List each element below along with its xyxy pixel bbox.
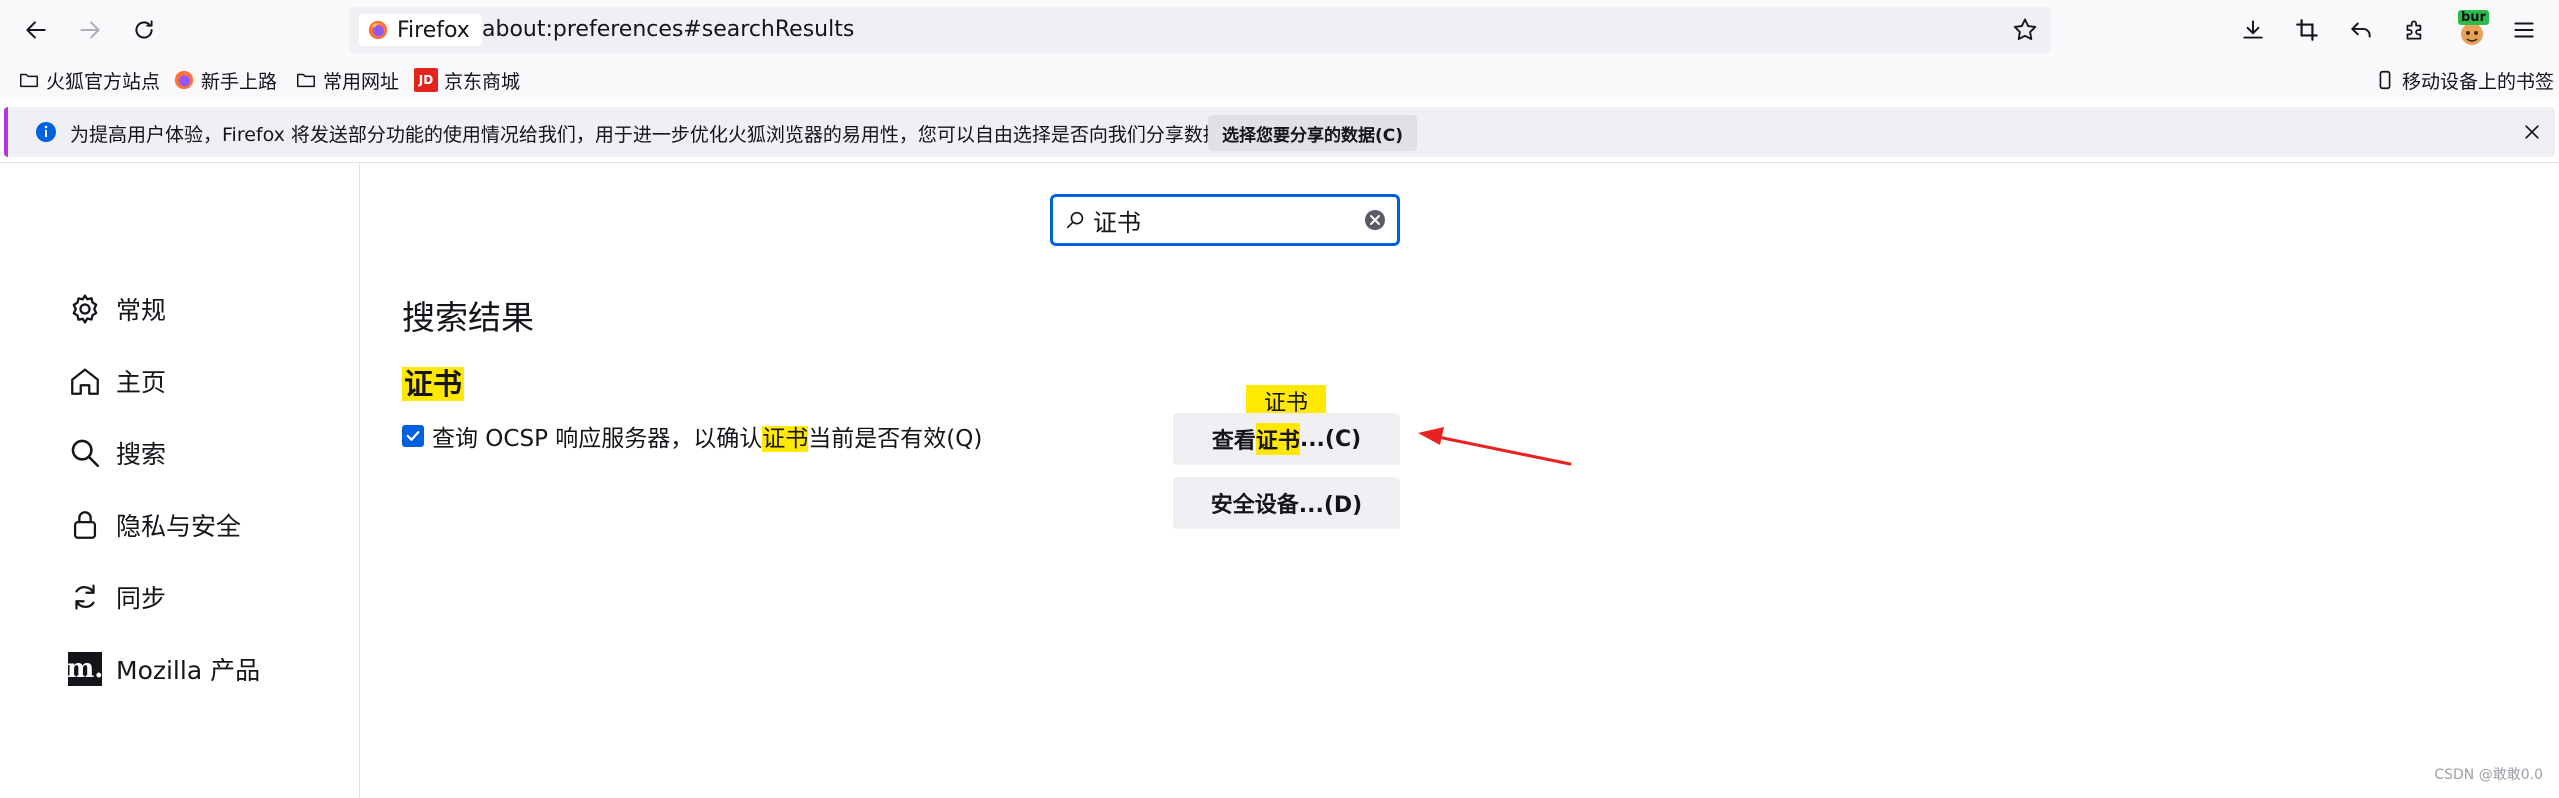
bookmark-label: 常用网址: [323, 70, 400, 93]
ocsp-label-text: 查询 OCSP 响应服务器，以确认: [432, 426, 763, 452]
close-notification-button[interactable]: [2519, 119, 2545, 145]
sidebar-item-label: 主页: [116, 368, 167, 397]
ocsp-label: 查询 OCSP 响应服务器，以确认证书当前是否有效(Q): [432, 419, 982, 453]
firefox-icon: [174, 70, 194, 90]
crop-icon: [2296, 19, 2318, 41]
url-bar[interactable]: Firefox about:preferences#searchResults: [349, 7, 2051, 53]
identity-box[interactable]: Firefox: [359, 14, 482, 46]
search-icon: [1066, 211, 1084, 229]
bookmarks-toolbar: 火狐官方站点 新手上路 常用网址 JD 京东商城 移动设备上的书签: [0, 61, 2559, 99]
gear-icon: [72, 294, 98, 324]
sidebar-item-privacy[interactable]: 隐私与安全: [68, 503, 241, 547]
sidebar-item-mozilla-products[interactable]: m. Mozilla 产品: [66, 647, 261, 691]
bookmark-label: 火狐官方站点: [46, 70, 161, 93]
mobile-bookmarks-label: 移动设备上的书签: [2402, 70, 2555, 93]
sidebar-item-sync[interactable]: 同步: [68, 575, 166, 619]
reload-button[interactable]: [128, 14, 160, 46]
search-input[interactable]: [1093, 204, 1343, 236]
puzzle-icon: [2406, 20, 2422, 40]
button-label-text: ...(C): [1299, 426, 1362, 452]
content-divider: [0, 162, 2559, 163]
forward-button[interactable]: [74, 14, 106, 46]
sidebar-item-label: 隐私与安全: [116, 512, 242, 541]
home-icon: [71, 368, 99, 395]
preferences-search-box[interactable]: [1050, 194, 1400, 246]
sidebar-item-general[interactable]: 常规: [68, 287, 166, 331]
search-icon: [71, 439, 100, 468]
forward-arrow-icon: [80, 21, 100, 39]
folder-icon: [297, 73, 315, 88]
mozilla-icon: m.: [66, 652, 104, 686]
bookmark-item[interactable]: 常用网址: [295, 67, 399, 93]
app-menu-button[interactable]: [2508, 14, 2540, 46]
ocsp-checkbox[interactable]: [402, 425, 424, 447]
sync-icon: [75, 584, 95, 610]
bookmark-star-icon[interactable]: [2011, 16, 2039, 44]
sidebar-item-label: 同步: [116, 584, 167, 613]
bookmark-label: 京东商城: [444, 70, 521, 93]
view-certificates-button[interactable]: 查看 证书 ...(C): [1173, 413, 1400, 465]
ocsp-label-text: 当前是否有效(Q): [808, 426, 983, 452]
certificates-section-title: 证书: [402, 367, 465, 401]
back-arrow-icon: [26, 21, 46, 39]
info-icon: [36, 122, 56, 142]
clear-search-icon[interactable]: [1363, 208, 1387, 232]
sidebar-item-label: 常规: [116, 296, 167, 325]
mobile-device-icon: [2379, 70, 2391, 90]
undo-icon: [2351, 22, 2371, 38]
firefox-logo-icon: [368, 20, 388, 40]
navigation-toolbar: Firefox about:preferences#searchResults …: [0, 0, 2559, 61]
search-results-title: 搜索结果: [402, 298, 534, 337]
hamburger-menu-icon: [2514, 22, 2534, 38]
back-button[interactable]: [20, 14, 52, 46]
identity-label: Firefox: [397, 17, 470, 43]
data-reporting-notification: 为提高用户体验，Firefox 将发送部分功能的使用情况给我们，用于进一步优化火…: [4, 107, 2555, 157]
downloads-button[interactable]: [2237, 14, 2269, 46]
sidebar-item-label: 搜索: [116, 440, 167, 469]
account-avatar[interactable]: bur: [2456, 10, 2490, 48]
bookmark-label: 新手上路: [201, 70, 278, 93]
sidebar-item-label: Mozilla 产品: [116, 656, 261, 685]
avatar-badge: bur: [2458, 10, 2489, 25]
sidebar-divider: [359, 163, 360, 798]
notification-text: 为提高用户体验，Firefox 将发送部分功能的使用情况给我们，用于进一步优化火…: [70, 124, 1241, 146]
button-label-text: 查看: [1211, 429, 1256, 454]
close-icon: [2525, 125, 2539, 139]
choose-data-button[interactable]: 选择您要分享的数据(C): [1208, 115, 1418, 151]
download-icon: [2243, 20, 2263, 39]
annotation-arrow-icon: [1418, 427, 1572, 466]
search-highlight: 证书: [1255, 423, 1300, 455]
url-text[interactable]: about:preferences#searchResults: [482, 17, 854, 42]
watermark: CSDN @敢敢0.0: [2434, 767, 2543, 783]
ocsp-checkbox-row[interactable]: 查询 OCSP 响应服务器，以确认证书当前是否有效(Q): [402, 419, 982, 453]
mobile-bookmarks-folder[interactable]: 移动设备上的书签: [2374, 67, 2554, 93]
undo-close-button[interactable]: [2345, 14, 2377, 46]
screenshot-button[interactable]: [2291, 14, 2323, 46]
sidebar-item-search[interactable]: 搜索: [68, 431, 166, 475]
bookmark-item[interactable]: JD 京东商城: [414, 67, 520, 93]
security-devices-button[interactable]: 安全设备...(D): [1173, 477, 1400, 529]
sidebar-item-home[interactable]: 主页: [68, 359, 166, 403]
bookmark-item[interactable]: 火狐官方站点: [18, 67, 160, 93]
checkmark-icon: [406, 431, 420, 441]
folder-icon: [20, 73, 38, 88]
reload-icon: [135, 20, 153, 39]
search-highlight: 证书: [762, 426, 809, 452]
extensions-button[interactable]: [2399, 14, 2431, 46]
jd-icon: JD: [414, 68, 438, 92]
bookmark-item[interactable]: 新手上路: [173, 67, 277, 93]
lock-icon: [73, 511, 97, 539]
